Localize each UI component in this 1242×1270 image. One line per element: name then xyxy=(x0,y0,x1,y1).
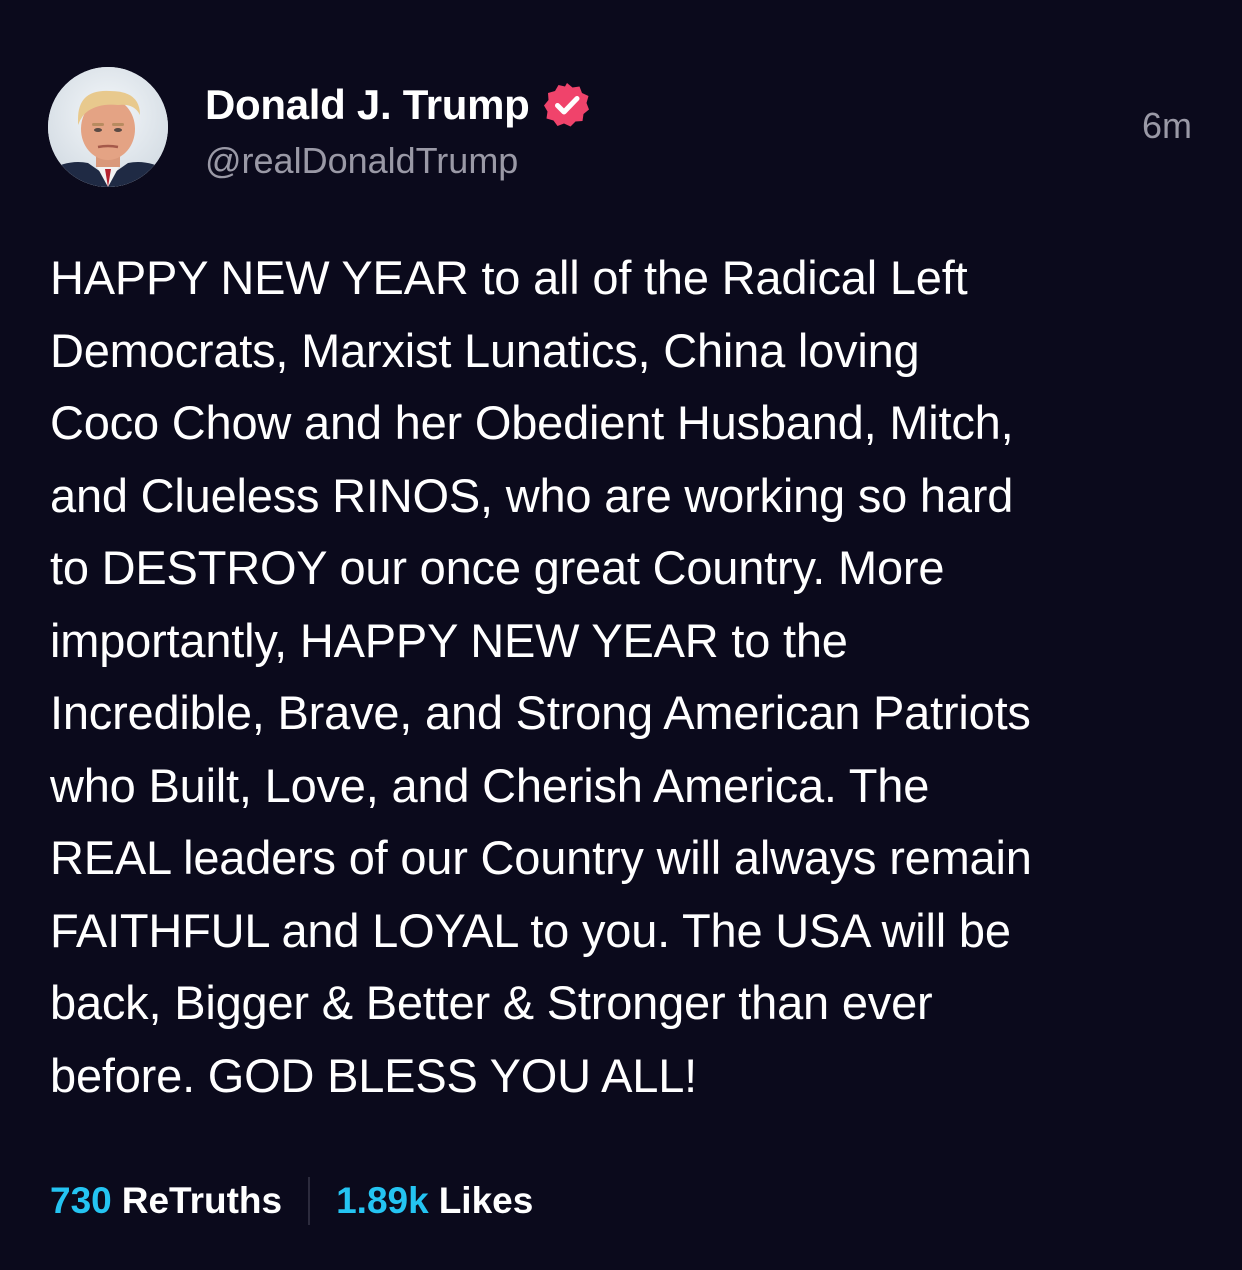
author-name-row[interactable]: Donald J. Trump xyxy=(205,78,592,132)
post-text-line: Democrats, Marxist Lunatics, China lovin… xyxy=(50,323,920,377)
likes-stat[interactable]: 1.89k Likes xyxy=(336,1180,533,1222)
post-stats: 730 ReTruths 1.89k Likes xyxy=(50,1175,533,1227)
post-text-line: REAL leaders of our Country will always … xyxy=(50,831,1032,884)
likes-label: Likes xyxy=(438,1180,534,1221)
retruths-stat[interactable]: 730 ReTruths xyxy=(50,1180,282,1222)
verified-badge-icon xyxy=(542,80,592,130)
post-text-line: importantly, HAPPY NEW YEAR to the xyxy=(50,613,848,667)
retruths-count: 730 xyxy=(50,1180,112,1221)
post-text-line: and Clueless RINOS, who are working so h… xyxy=(50,468,1014,522)
retruths-label: ReTruths xyxy=(121,1180,283,1221)
post-text-line: Coco Chow and her Obedient Husband, Mitc… xyxy=(50,396,1014,449)
post-card: Donald J. Trump @realDonaldTrump 6m HAPP… xyxy=(0,0,1242,1270)
likes-count: 1.89k xyxy=(336,1180,429,1221)
post-text-line: HAPPY NEW YEAR to all of the Radical Lef… xyxy=(50,251,968,304)
post-text-line: back, Bigger & Better & Stronger than ev… xyxy=(50,976,933,1029)
post-text-line: who Built, Love, and Cherish America. Th… xyxy=(50,758,930,812)
post-text: HAPPY NEW YEAR to all of the Radical Lef… xyxy=(50,242,1210,1112)
post-text-line: before. GOD BLESS YOU ALL! xyxy=(50,1048,698,1102)
post-timestamp[interactable]: 6m xyxy=(1142,105,1192,147)
post-text-line: FAITHFUL and LOYAL to you. The USA will … xyxy=(50,903,1011,957)
author-handle[interactable]: @realDonaldTrump xyxy=(205,140,518,182)
post-text-line: Incredible, Brave, and Strong American P… xyxy=(50,686,1031,739)
post-text-line: to DESTROY our once great Country. More xyxy=(50,541,945,594)
avatar-image xyxy=(48,67,168,187)
avatar[interactable] xyxy=(48,67,168,187)
author-display-name[interactable]: Donald J. Trump xyxy=(205,81,530,129)
stats-divider xyxy=(308,1177,311,1225)
